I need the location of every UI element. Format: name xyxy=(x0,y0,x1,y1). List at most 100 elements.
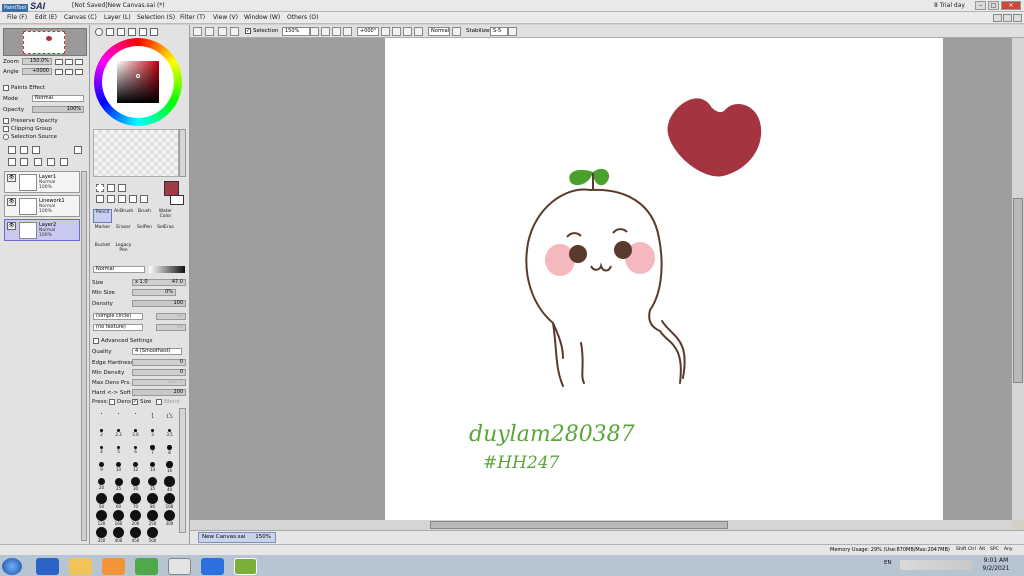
brush-size-cell[interactable]: 2.6 xyxy=(127,425,144,441)
brush-size-cell[interactable]: 35 xyxy=(144,476,161,492)
toolbar-redo-button[interactable] xyxy=(205,27,214,36)
marquee-tool[interactable] xyxy=(96,184,104,192)
stabilizer-field[interactable]: S-5 xyxy=(490,27,508,36)
clipping-group-checkbox[interactable] xyxy=(3,126,9,132)
opacity-slider[interactable]: 100% xyxy=(32,106,84,113)
tool-eraser[interactable]: Eraser xyxy=(114,225,133,239)
brush-size-cell[interactable]: 30 xyxy=(127,476,144,492)
layer-clear-button[interactable] xyxy=(60,158,68,166)
nav-rotate-left-button[interactable] xyxy=(55,69,63,75)
hsv-slider-tab[interactable] xyxy=(117,28,125,36)
stabilizer-dropdown-button[interactable] xyxy=(508,27,517,36)
app-icon[interactable] xyxy=(135,558,158,575)
media-player-icon[interactable] xyxy=(102,558,125,575)
brush-size-cell[interactable]: 60 xyxy=(110,493,127,509)
brush-size-cell[interactable]: 80 xyxy=(144,493,161,509)
vertical-scrollbar[interactable] xyxy=(1012,38,1024,520)
brush-size-cell[interactable]: 16 xyxy=(161,459,178,475)
menu-canvas[interactable]: Canvas (C) xyxy=(64,14,97,21)
brush-size-cell[interactable]: 100 xyxy=(161,493,178,509)
brush-size-cell[interactable]: 350 xyxy=(93,527,110,543)
eye-icon[interactable]: 👁 xyxy=(7,222,16,230)
brush-size-cell[interactable]: 12 xyxy=(127,459,144,475)
size-slider[interactable]: x 1.0 47.0 xyxy=(132,279,186,286)
brush-size-cell[interactable]: 7 xyxy=(144,442,161,458)
clock[interactable]: 9:01 AM 9/2/2021 xyxy=(976,557,1016,573)
brush-shape-select[interactable]: (simple circle) xyxy=(93,313,143,320)
rotate-tool[interactable] xyxy=(118,195,126,203)
brush-size-cell[interactable]: 450 xyxy=(127,527,144,543)
tool-marker[interactable]: Marker xyxy=(93,225,112,239)
brush-size-cell[interactable]: 10 xyxy=(110,459,127,475)
scratchpad-tab[interactable] xyxy=(150,28,158,36)
close-button[interactable]: ✕ xyxy=(1001,1,1021,10)
brush-size-cell[interactable]: 200 xyxy=(127,510,144,526)
painttool-sai-icon[interactable] xyxy=(234,558,257,575)
menu-layer[interactable]: Layer (L) xyxy=(104,14,131,21)
mdi-close-button[interactable] xyxy=(1013,14,1022,22)
menu-selection[interactable]: Selection (S) xyxy=(137,14,175,21)
rgb-slider-tab[interactable] xyxy=(106,28,114,36)
layer-transfer-button[interactable] xyxy=(20,158,28,166)
tool-selpen[interactable]: SelPen xyxy=(135,225,154,239)
color-mixer-tab[interactable] xyxy=(128,28,136,36)
layer-row[interactable]: 👁 Layer1 Normal 100% xyxy=(4,171,80,193)
selection-checkbox[interactable]: ✓ xyxy=(245,28,251,34)
swatches-tab[interactable] xyxy=(139,28,147,36)
toolbar-invert-button[interactable] xyxy=(230,27,239,36)
layer-delete-button[interactable] xyxy=(47,158,55,166)
brush-size-cell[interactable]: 120 xyxy=(93,510,110,526)
navigator-viewport[interactable] xyxy=(23,31,65,54)
zoom-field[interactable]: 150% xyxy=(282,27,310,36)
zoom-out-button[interactable] xyxy=(321,27,330,36)
ie-icon[interactable] xyxy=(36,558,59,575)
menu-edit[interactable]: Edit (E) xyxy=(35,14,57,21)
nav-zoom-in-button[interactable] xyxy=(65,59,73,65)
tool-brush[interactable]: Brush xyxy=(135,209,154,223)
layer-row[interactable]: 👁 Linework1 Normal 100% xyxy=(4,195,80,217)
brush-size-cell[interactable] xyxy=(110,408,127,424)
tool-watercolor[interactable]: Water Color xyxy=(156,209,175,223)
press-dens-checkbox[interactable] xyxy=(109,399,115,405)
menu-view[interactable]: View (V) xyxy=(213,14,238,21)
new-folder-button[interactable] xyxy=(32,146,40,154)
tool-seleras[interactable]: SelEras xyxy=(156,225,175,239)
paper-effect-expander[interactable] xyxy=(3,85,9,91)
horizontal-scroll-thumb[interactable] xyxy=(430,521,728,529)
toolbar-deselect-button[interactable] xyxy=(218,27,227,36)
nav-rotate-reset-button[interactable] xyxy=(75,69,83,75)
nav-zoom-reset-button[interactable] xyxy=(75,59,83,65)
menu-filter[interactable]: Filter (T) xyxy=(180,14,205,21)
brush-size-cell[interactable]: 9 xyxy=(93,459,110,475)
density-slider[interactable]: 100 xyxy=(132,300,186,307)
horizontal-scrollbar[interactable] xyxy=(190,520,1012,530)
scratchpad-scrollbar[interactable] xyxy=(179,129,186,177)
brush-size-cell[interactable]: 1 xyxy=(144,408,161,424)
brush-shape-presets[interactable] xyxy=(149,266,185,273)
edge-hardness-slider[interactable]: 0 xyxy=(132,359,186,366)
brush-size-cell[interactable]: 5 xyxy=(110,442,127,458)
menu-window[interactable]: Window (W) xyxy=(244,14,280,21)
lasso-tool[interactable] xyxy=(107,184,115,192)
brush-size-scrollbar[interactable] xyxy=(179,408,186,533)
tool-bucket[interactable]: Bucket xyxy=(93,243,112,257)
brush-size-cell[interactable]: 4 xyxy=(93,442,110,458)
layer-list-scrollbar[interactable] xyxy=(81,171,87,541)
system-tray-icons[interactable] xyxy=(900,560,972,570)
rotate-left-button[interactable] xyxy=(381,27,390,36)
mdi-minimize-button[interactable] xyxy=(993,14,1002,22)
zalo-icon[interactable] xyxy=(201,558,224,575)
brush-size-cell[interactable]: 2.3 xyxy=(110,425,127,441)
brush-size-cell[interactable]: 3.5 xyxy=(161,425,178,441)
chrome-icon[interactable] xyxy=(168,558,191,575)
navigator-preview[interactable] xyxy=(3,28,87,56)
preserve-opacity-checkbox[interactable] xyxy=(3,118,9,124)
mode-select[interactable]: Normal xyxy=(32,95,84,102)
start-button[interactable] xyxy=(2,558,22,575)
angle-field[interactable]: +000° xyxy=(357,27,379,36)
primary-color-swatch[interactable] xyxy=(164,181,179,196)
brush-blend-select[interactable]: Normal xyxy=(93,266,145,273)
vertical-scroll-thumb[interactable] xyxy=(1013,198,1023,383)
tool-pencil[interactable]: Pencil xyxy=(93,209,112,223)
maximize-button[interactable]: □ xyxy=(988,1,999,10)
